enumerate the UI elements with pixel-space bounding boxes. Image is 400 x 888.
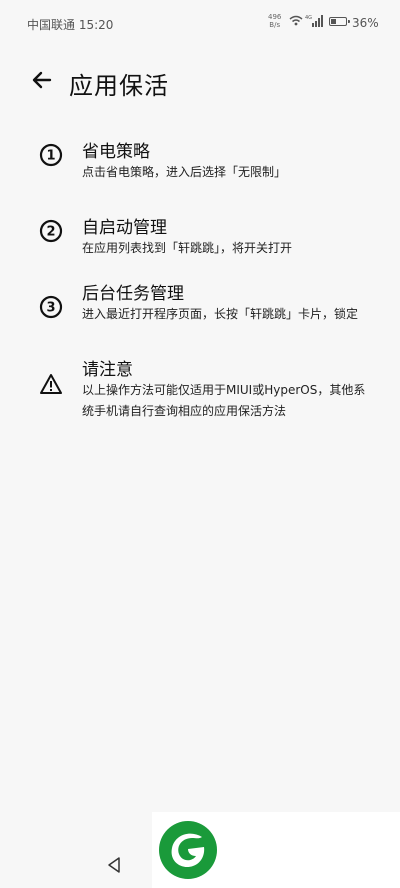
item-description: 点击省电策略，进入后选择「无限制」 [82, 165, 287, 179]
app-header: 应用保活 [0, 56, 400, 112]
item-description: 以上操作方法可能仅适用于MIUI或HyperOS，其他系统手机请自行查询相应的应… [82, 383, 366, 418]
item-description: 在应用列表找到「轩跳跳」，将开关打开 [82, 241, 293, 255]
item-description: 进入最近打开程序页面，长按「轩跳跳」卡片，锁定 [82, 307, 359, 321]
battery-fill [331, 19, 336, 24]
back-arrow-icon[interactable] [28, 66, 56, 94]
net-speed-unit: B/s [269, 21, 281, 29]
net-speed: 496 B/s [268, 13, 281, 29]
warning-icon [40, 374, 62, 394]
wifi-icon [289, 15, 303, 26]
signal-icon: 4G [305, 15, 323, 27]
battery-percent: 36% [352, 16, 379, 30]
status-bar: 中国联通 15:20 496 B/s 4G 36% [0, 0, 400, 46]
app-logo [152, 812, 400, 888]
nav-back-triangle-icon[interactable] [104, 855, 124, 875]
number-three-icon: 3 [39, 295, 63, 319]
carrier-time: 中国联通 15:20 [27, 18, 114, 32]
item-title: 请注意 [82, 360, 133, 380]
battery-icon [329, 17, 350, 26]
number-one-icon: 1 [39, 143, 63, 167]
net-speed-value: 496 [268, 13, 282, 21]
svg-text:1: 1 [46, 149, 55, 164]
item-title: 后台任务管理 [82, 284, 184, 304]
leaf-logo-icon [159, 821, 217, 879]
page-title: 应用保活 [69, 72, 169, 100]
item-title: 省电策略 [82, 142, 150, 162]
svg-text:4G: 4G [305, 15, 312, 21]
svg-text:2: 2 [46, 225, 55, 240]
number-two-icon: 2 [39, 219, 63, 243]
svg-text:3: 3 [46, 301, 55, 316]
item-title: 自启动管理 [82, 218, 167, 238]
